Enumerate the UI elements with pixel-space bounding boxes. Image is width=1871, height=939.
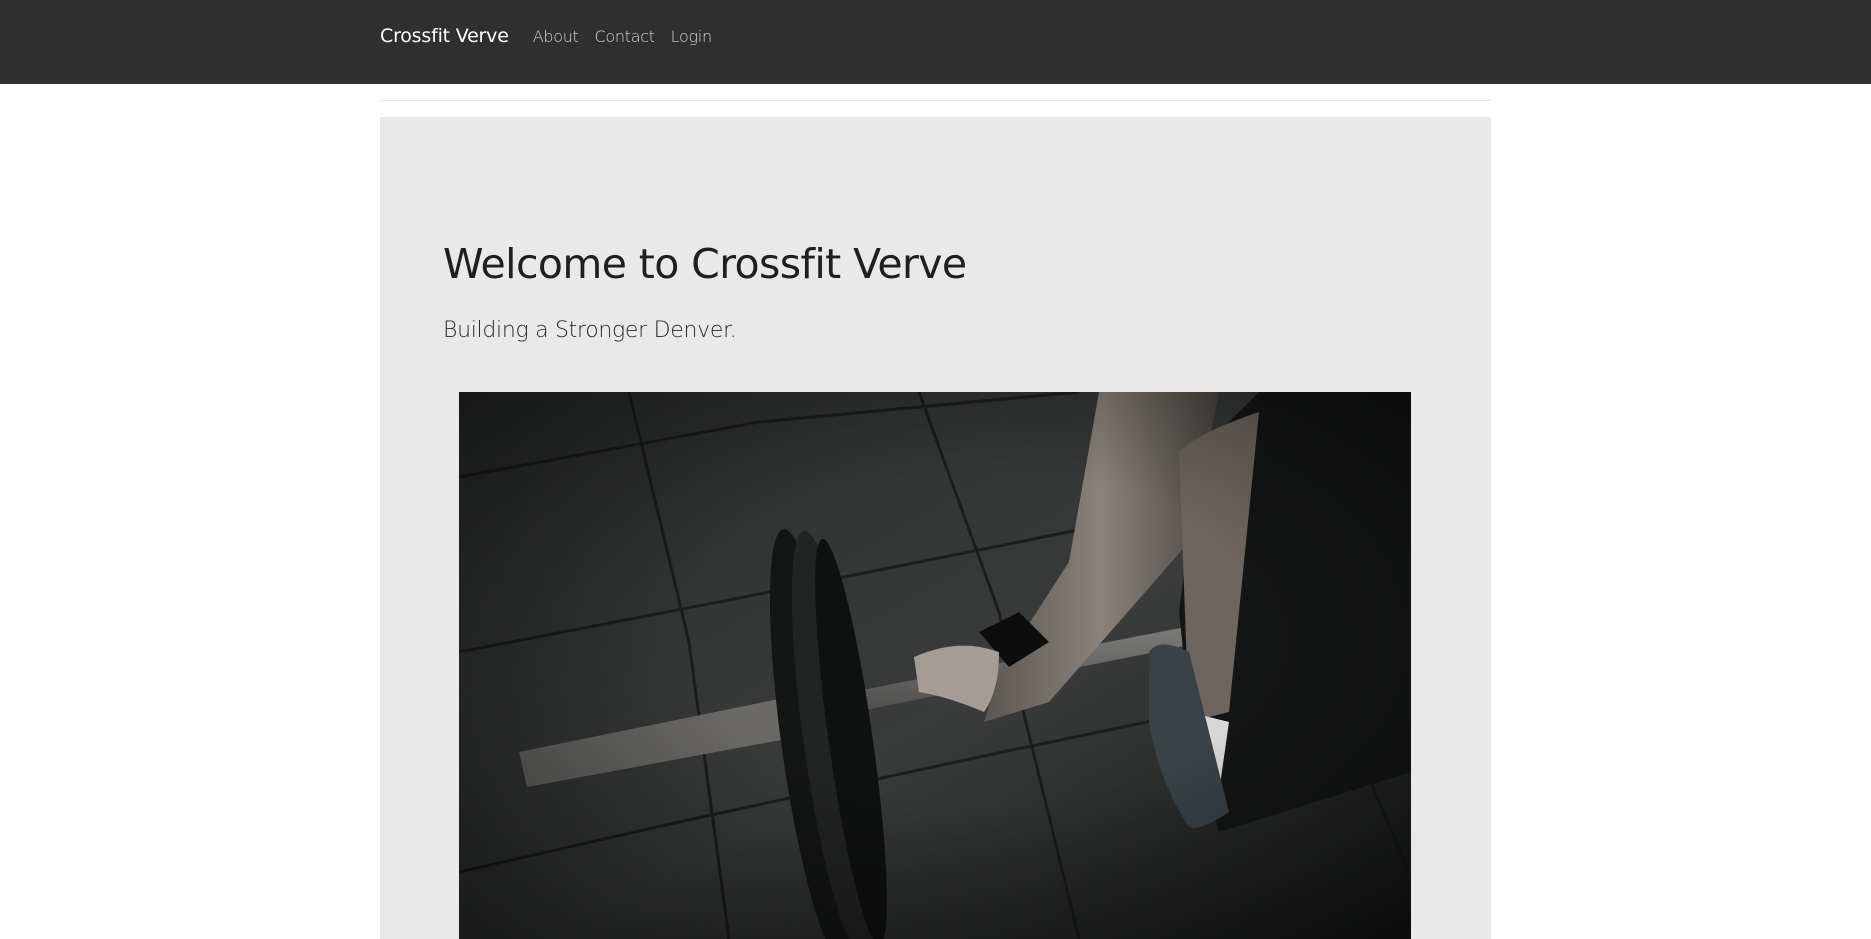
barbell-photo <box>459 392 1411 939</box>
nav-link-contact[interactable]: Contact <box>595 27 655 46</box>
brand-link[interactable]: Crossfit Verve <box>380 25 509 47</box>
hero-jumbotron: Welcome to Crossfit Verve Building a Str… <box>380 117 1491 939</box>
hero-subtitle: Building a Stronger Denver. <box>443 318 737 343</box>
nav-link-login[interactable]: Login <box>671 27 712 46</box>
navbar-inner: Crossfit Verve About Contact Login <box>380 0 712 72</box>
divider <box>380 100 1491 101</box>
nav-links: About Contact Login <box>533 27 712 46</box>
hero-title: Welcome to Crossfit Verve <box>443 240 967 288</box>
nav-link-about[interactable]: About <box>533 27 579 46</box>
top-navbar: Crossfit Verve About Contact Login <box>0 0 1871 84</box>
hero-image <box>459 392 1411 939</box>
